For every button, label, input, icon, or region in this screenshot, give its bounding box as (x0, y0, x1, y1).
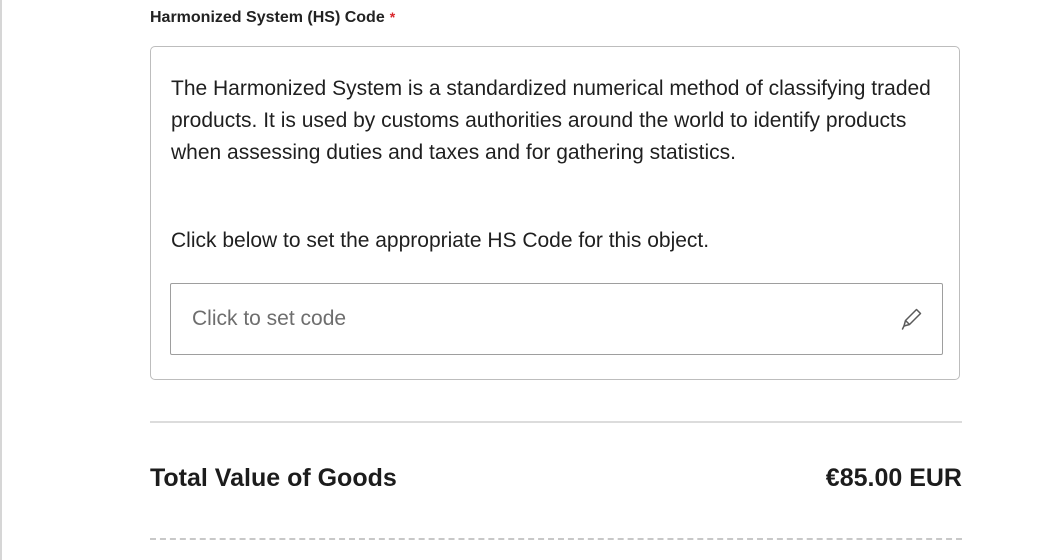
required-marker: * (389, 9, 396, 25)
pencil-icon[interactable] (898, 306, 924, 332)
left-border (0, 0, 2, 560)
section-divider (150, 421, 962, 423)
hs-code-field-label: Harmonized System (HS) Code * (150, 9, 395, 27)
dashed-divider (150, 538, 962, 540)
set-code-placeholder: Click to set code (192, 307, 347, 330)
set-hs-code-input[interactable]: Click to set code (170, 283, 943, 355)
hs-code-label-text: Harmonized System (HS) Code (150, 9, 385, 26)
hs-instruction: Click below to set the appropriate HS Co… (171, 229, 710, 252)
total-value-amount: €85.00 EUR (825, 464, 962, 492)
total-value-label: Total Value of Goods (150, 464, 397, 492)
hs-description: The Harmonized System is a standardized … (171, 77, 931, 164)
hs-code-info-card: The Harmonized System is a standardized … (150, 46, 960, 380)
page: Harmonized System (HS) Code * The Harmoni… (0, 0, 1062, 560)
